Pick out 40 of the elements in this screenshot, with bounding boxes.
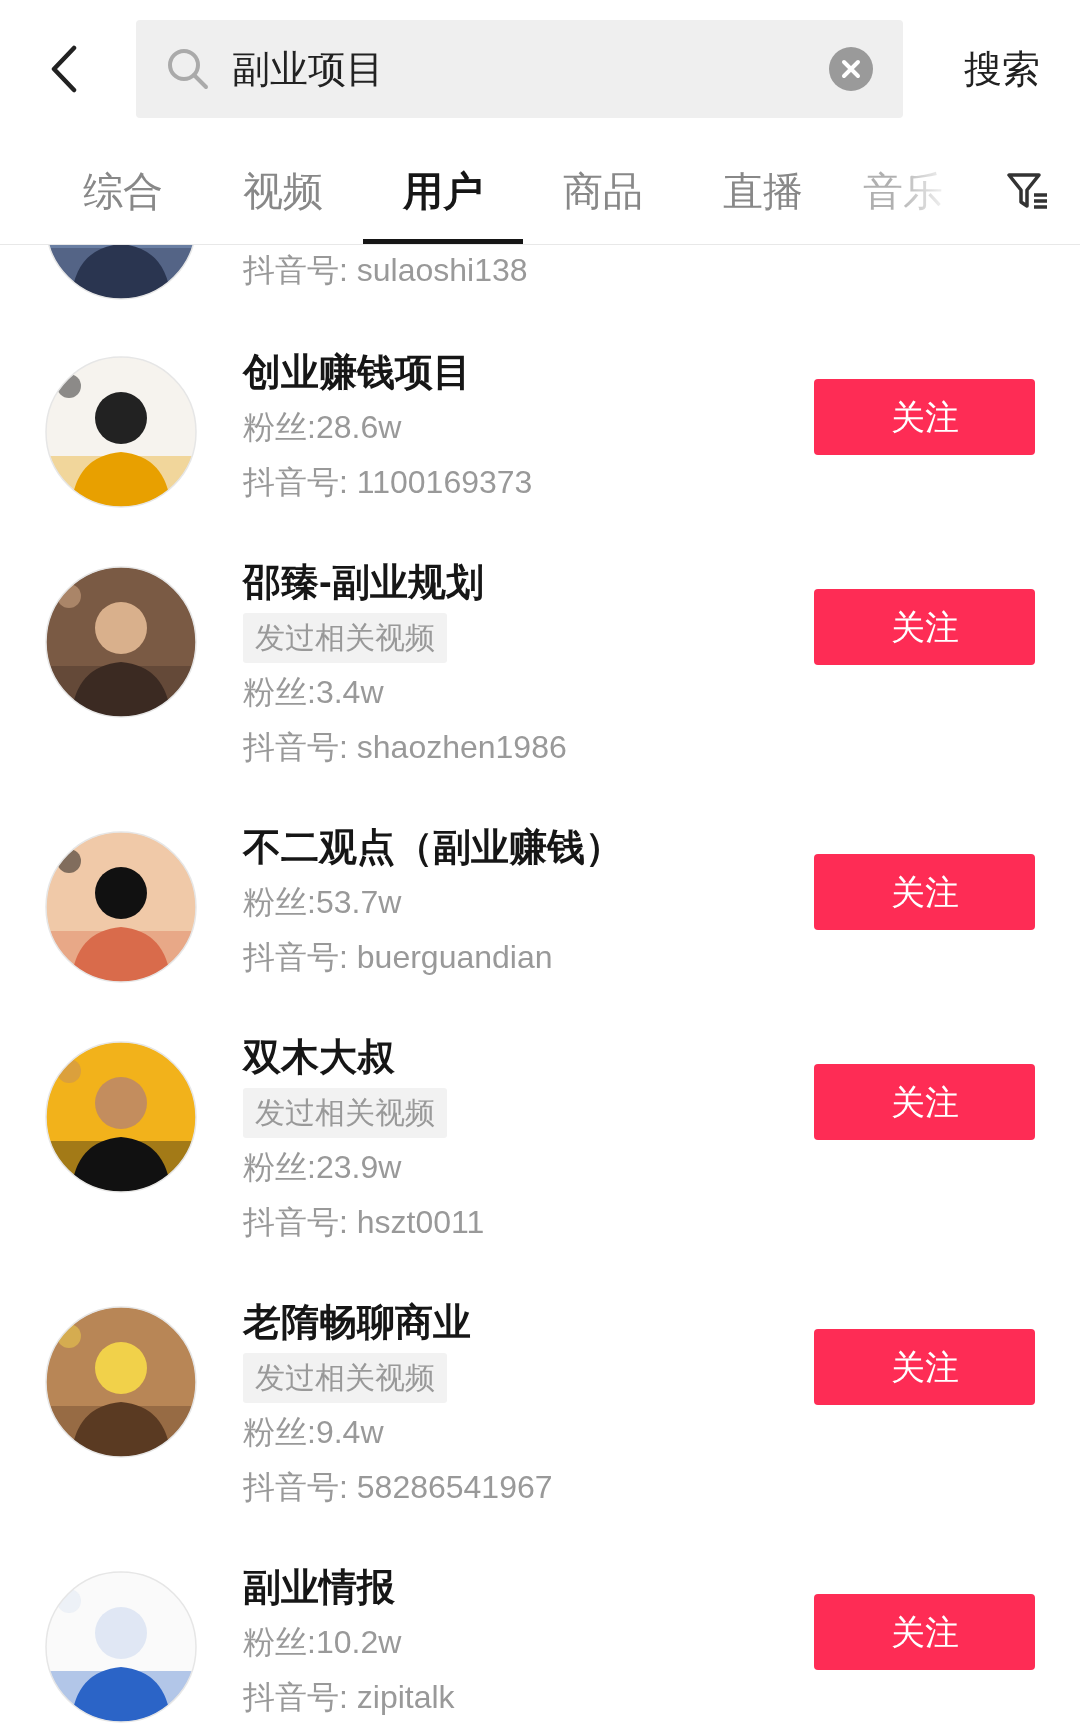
follow-button[interactable]: 关注: [814, 589, 1035, 665]
douyin-id: 抖音号: buerguandian: [243, 938, 553, 977]
douyin-id: 抖音号: 1100169373: [243, 463, 533, 502]
back-icon[interactable]: [50, 45, 78, 93]
tab[interactable]: 商品: [523, 138, 683, 244]
follower-count: 粉丝:53.7w: [243, 883, 402, 922]
related-video-tag: 发过相关视频: [243, 1087, 447, 1138]
tab[interactable]: 直播: [683, 138, 843, 244]
follower-count: 粉丝:3.4w: [243, 673, 384, 712]
douyin-id: 抖音号: zipitalk: [243, 1678, 455, 1717]
user-name[interactable]: 双木大叔: [243, 1030, 395, 1085]
filter-icon[interactable]: [1006, 171, 1050, 211]
follow-button[interactable]: 关注: [814, 379, 1035, 455]
user-name[interactable]: 不二观点（副业赚钱）: [243, 820, 623, 875]
user-name[interactable]: 邵臻-副业规划: [243, 555, 484, 610]
related-video-tag: 发过相关视频: [243, 1352, 447, 1403]
follower-count: 粉丝:9.4w: [243, 1413, 384, 1452]
follower-count: 粉丝:10.2w: [243, 1623, 402, 1662]
search-button[interactable]: 搜索: [964, 40, 1040, 98]
search-field[interactable]: 副业项目: [136, 20, 903, 118]
douyin-id: 抖音号: hszt0011: [243, 1203, 485, 1242]
related-video-tag: 发过相关视频: [243, 612, 447, 663]
user-name[interactable]: 副业情报: [243, 1560, 395, 1615]
follow-button[interactable]: 关注: [814, 1064, 1035, 1140]
douyin-id: 抖音号: shaozhen1986: [243, 728, 567, 767]
follow-button[interactable]: 关注: [814, 1594, 1035, 1670]
clear-icon[interactable]: [829, 47, 873, 91]
user-name[interactable]: 创业赚钱项目: [243, 345, 471, 400]
tab[interactable]: 综合: [43, 138, 203, 244]
follower-count: 粉丝:23.9w: [243, 1148, 402, 1187]
user-name[interactable]: 老隋畅聊商业: [243, 1295, 471, 1350]
follow-button[interactable]: 关注: [814, 854, 1035, 930]
follower-count: 粉丝:28.6w: [243, 408, 402, 447]
tab[interactable]: 视频: [203, 138, 363, 244]
follow-button[interactable]: 关注: [814, 1329, 1035, 1405]
douyin-id: 抖音号: sulaoshi138: [243, 251, 528, 290]
tab[interactable]: 音乐: [843, 138, 963, 244]
douyin-id: 抖音号: 58286541967: [243, 1468, 553, 1507]
search-icon: [166, 47, 210, 91]
tab[interactable]: 用户: [363, 138, 523, 244]
